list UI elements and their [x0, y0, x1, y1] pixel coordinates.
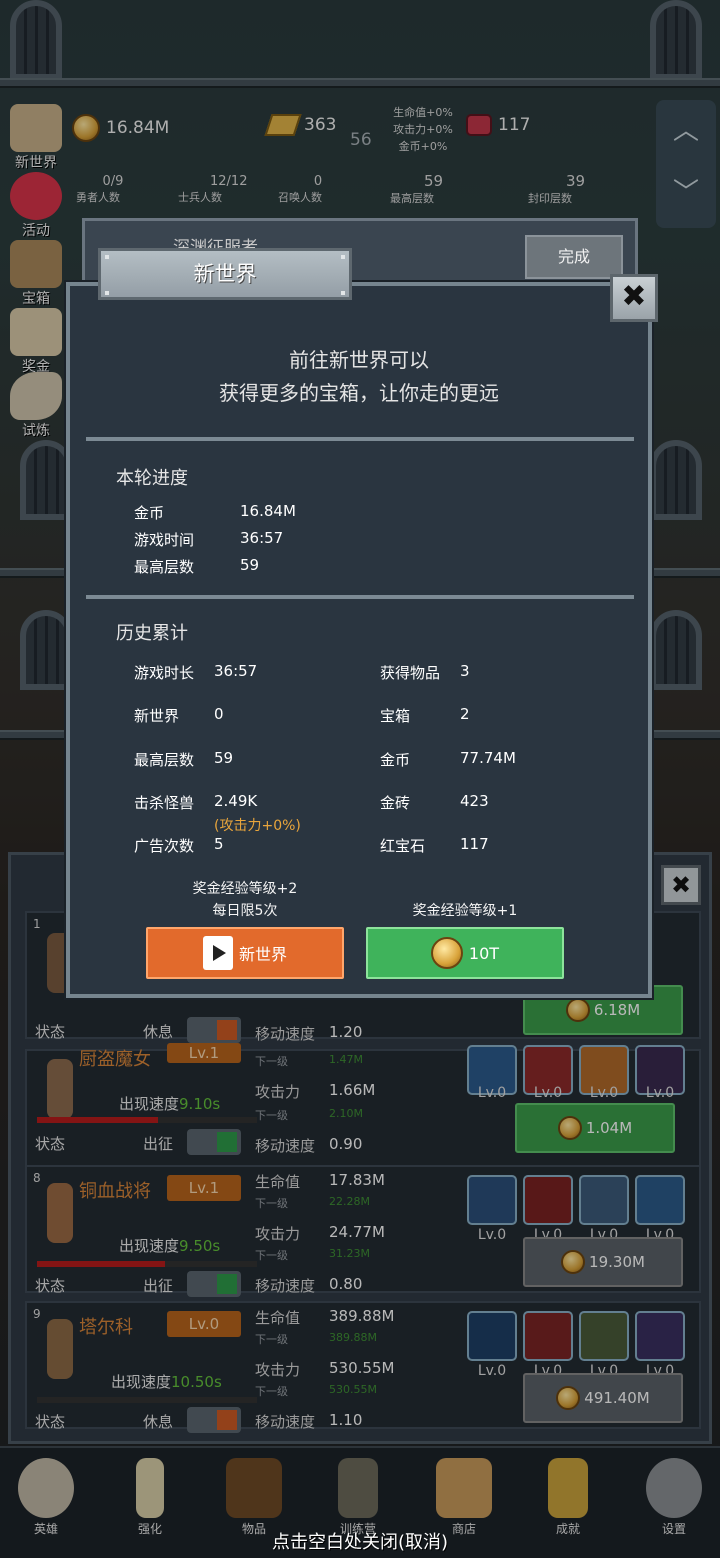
history-stat: 获得物品	[380, 664, 441, 682]
dialog-intro: 前往新世界可以 获得更多的宝箱，让你走的更远	[66, 344, 652, 410]
history-stat-value: 59	[214, 749, 234, 767]
round-progress-title: 本轮进度	[116, 468, 188, 489]
history-stat-value: 2	[460, 705, 470, 723]
history-stat-value: 77.74M	[460, 749, 516, 767]
pay-button-label: 10T	[468, 943, 500, 963]
history-stat: 最高层数	[134, 751, 195, 769]
divider	[86, 437, 634, 441]
history-stat: 新世界	[134, 707, 180, 725]
divider	[86, 595, 634, 599]
kill-bonus-note: (攻击力+0%)	[214, 818, 301, 834]
ad-reward-line: 奖金经验等级+2	[192, 881, 298, 897]
ad-reward-limit: 每日限5次	[212, 903, 278, 919]
round-stat: 金币	[134, 504, 165, 522]
quest-done-button[interactable]: 完成	[525, 235, 623, 279]
pay-reward-info: 奖金经验等级+1	[412, 903, 518, 919]
history-stat: 游戏时长	[134, 664, 195, 682]
round-stat-value: 36:57	[240, 529, 284, 547]
history-stat: 宝箱	[380, 707, 411, 725]
history-stat: 红宝石	[380, 837, 426, 855]
history-stat-value: 36:57	[214, 662, 258, 680]
history-stat-value: 423	[460, 792, 489, 810]
history-stat: 金砖	[380, 794, 411, 812]
close-icon[interactable]: ✖	[610, 274, 658, 322]
history-title: 历史累计	[116, 623, 188, 644]
watch-ad-new-world-button[interactable]: 新世界	[146, 927, 344, 979]
gold-coin-icon	[430, 937, 463, 969]
history-stat-value: 3	[460, 662, 470, 680]
intro-line: 前往新世界可以	[289, 348, 429, 372]
round-stat: 游戏时间	[134, 531, 195, 549]
ad-reward-info: 奖金经验等级+2 每日限5次	[146, 878, 344, 922]
history-stat: 金币	[380, 751, 411, 769]
history-stat: 击杀怪兽	[134, 794, 195, 812]
history-stat-value: 117	[460, 835, 489, 853]
round-stat-value: 16.84M	[240, 502, 296, 520]
pay-new-world-button[interactable]: 10T	[366, 927, 564, 979]
round-stat: 最高层数	[134, 558, 195, 576]
video-play-icon	[202, 936, 233, 970]
tap-to-close-hint: 点击空白处关闭(取消)	[271, 1532, 449, 1553]
history-stat-value: 2.49K	[214, 792, 258, 810]
dialog-title: 新世界	[98, 248, 352, 300]
ad-button-label: 新世界	[238, 945, 287, 964]
history-stat: 广告次数	[134, 837, 195, 855]
intro-line: 获得更多的宝箱，让你走的更远	[219, 381, 499, 405]
history-stat-value: 0	[214, 705, 224, 723]
history-stat-value: 5	[214, 835, 224, 853]
round-stat-value: 59	[240, 556, 260, 574]
